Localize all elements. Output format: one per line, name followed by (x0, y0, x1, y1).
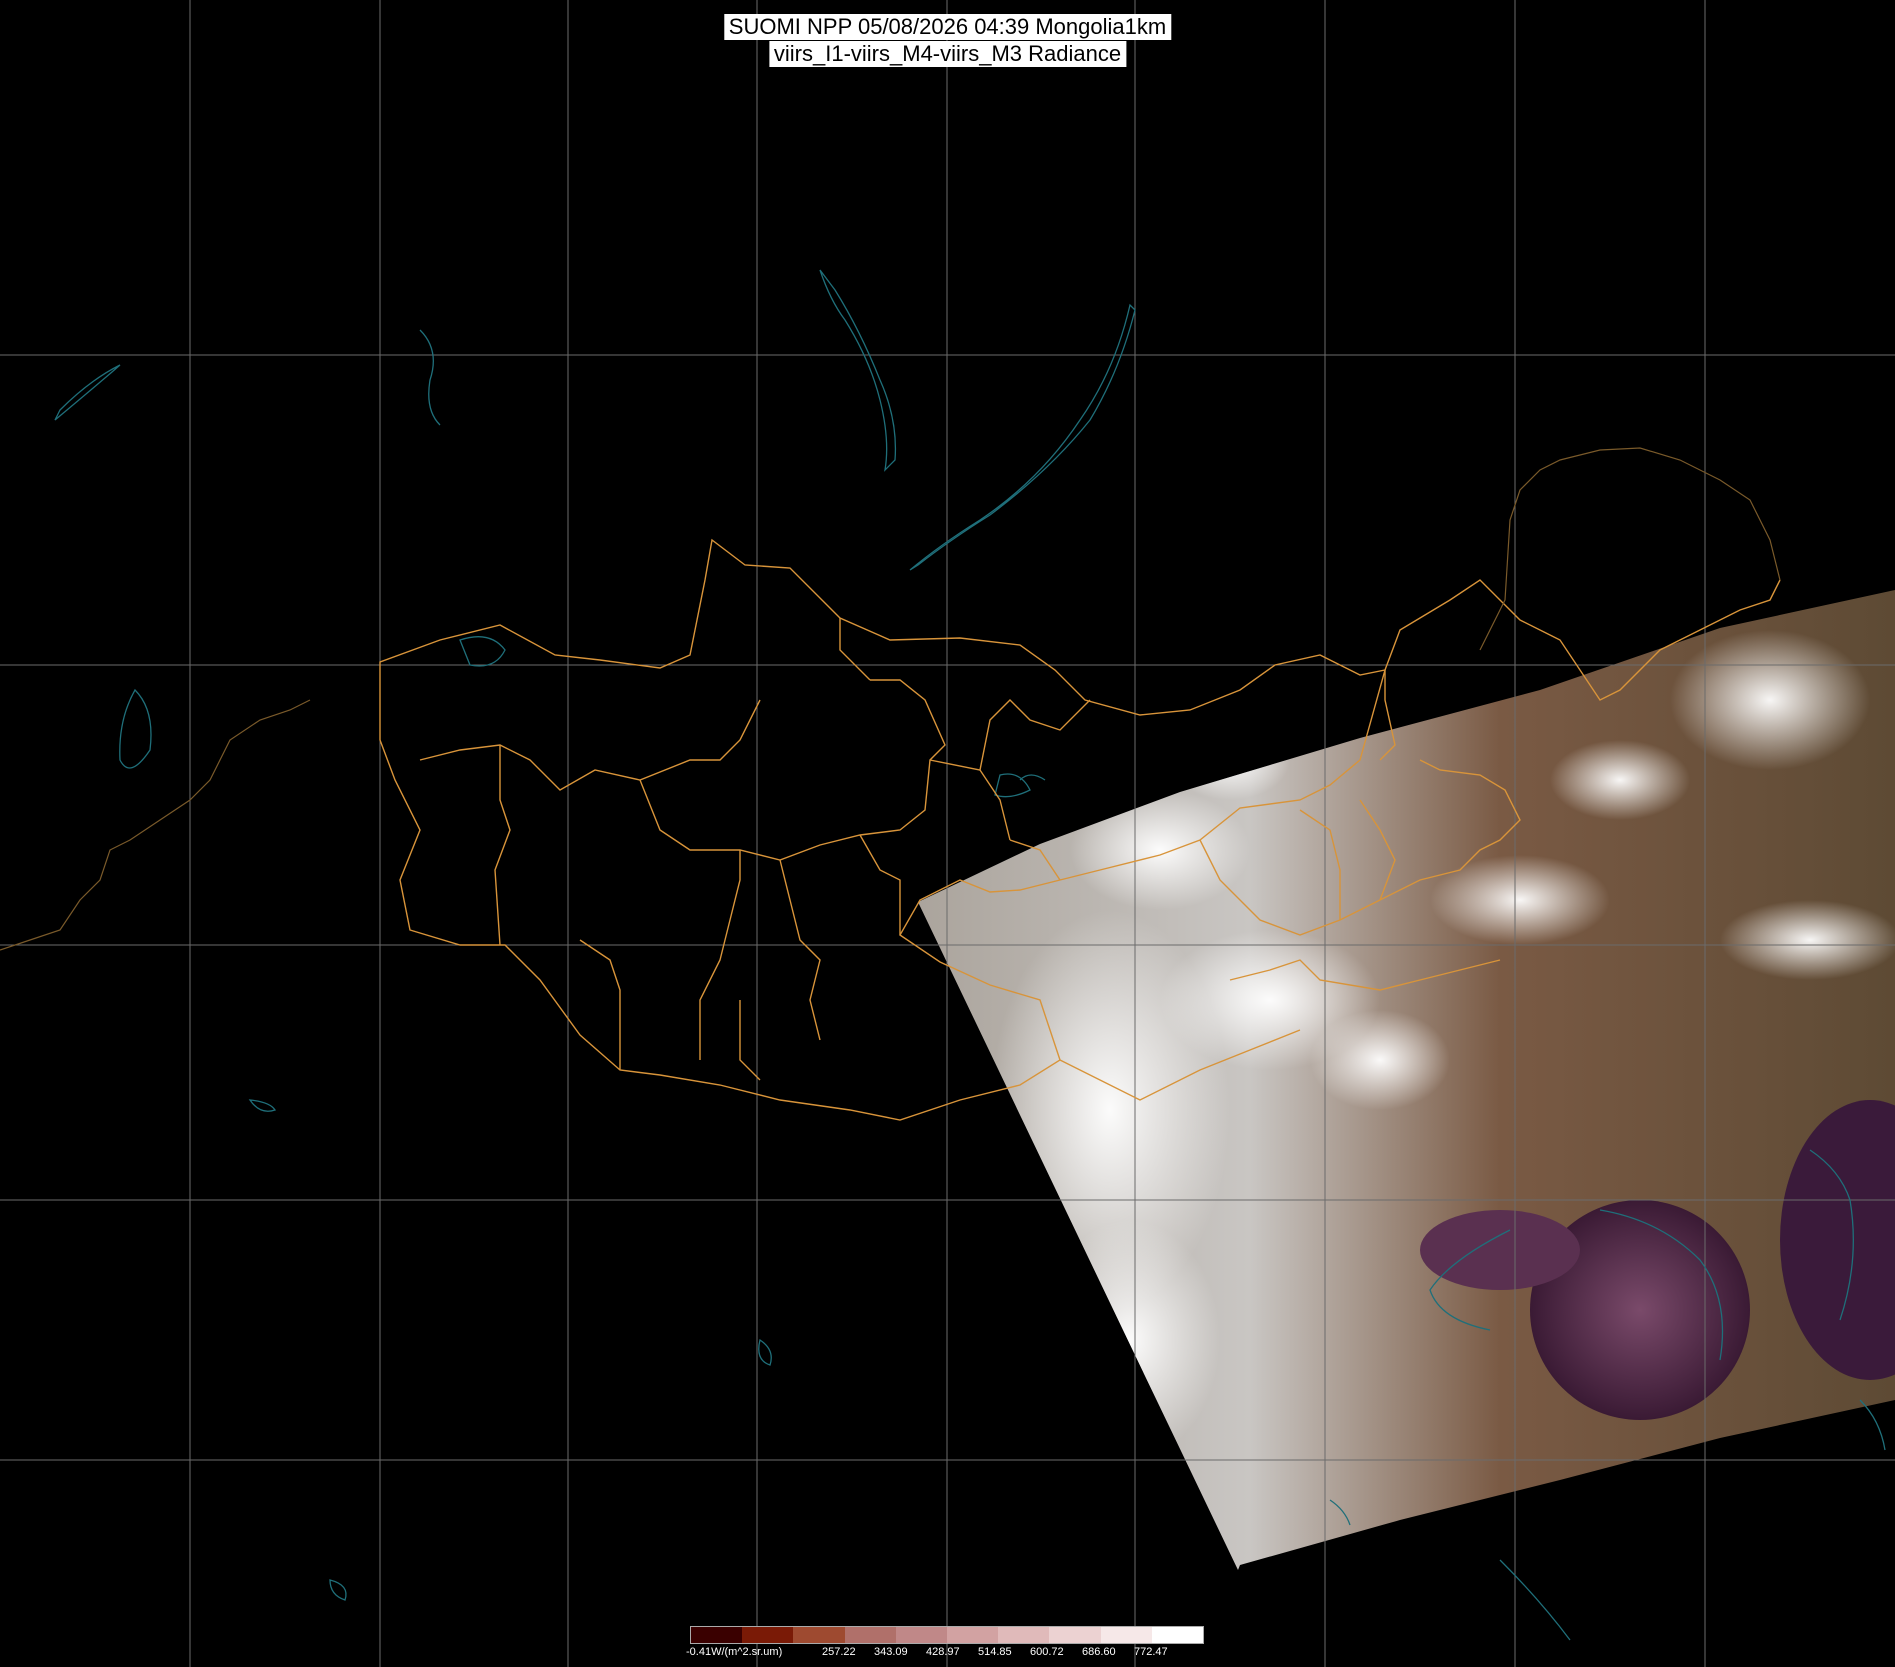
colorbar-tick-label: 257.22 (822, 1646, 856, 1658)
colorbar-tick-label: 686.60 (1082, 1646, 1116, 1658)
bohai-sea (1420, 1210, 1580, 1290)
colorbar-tick-label: 428.97 (926, 1646, 960, 1658)
colorbar (690, 1626, 1204, 1644)
colorbar-labels: -0.41W/(m^2.sr.um) 257.22 343.09 428.97 514.… (686, 1646, 1226, 1662)
colorbar-tick-label: 772.47 (1134, 1646, 1168, 1658)
colorbar-swatch (895, 1627, 948, 1643)
lake-baikal (909, 303, 1136, 571)
colorbar-swatch (844, 1627, 896, 1643)
colorbar-swatch (691, 1627, 743, 1643)
colorbar-tick-label: 514.85 (978, 1646, 1012, 1658)
map-subtitle: viirs_I1-viirs_M4-viirs_M3 Radiance (768, 41, 1127, 67)
satellite-map (0, 0, 1895, 1667)
colorbar-swatch (947, 1627, 999, 1643)
colorbar-tick-label: 343.09 (874, 1646, 908, 1658)
colorbar-swatch (998, 1627, 1050, 1643)
colorbar-swatch (1049, 1627, 1101, 1643)
map-title: SUOMI NPP 05/08/2026 04:39 Mongolia1km (723, 14, 1172, 40)
colorbar-tick-label: -0.41W/(m^2.sr.um) (686, 1646, 783, 1658)
colorbar-swatch (1151, 1627, 1204, 1643)
colorbar-swatch (742, 1627, 794, 1643)
colorbar-swatch (793, 1627, 845, 1643)
colorbar-tick-label: 600.72 (1030, 1646, 1064, 1658)
colorbar-swatch (1100, 1627, 1152, 1643)
satellite-swath (918, 590, 1895, 1570)
